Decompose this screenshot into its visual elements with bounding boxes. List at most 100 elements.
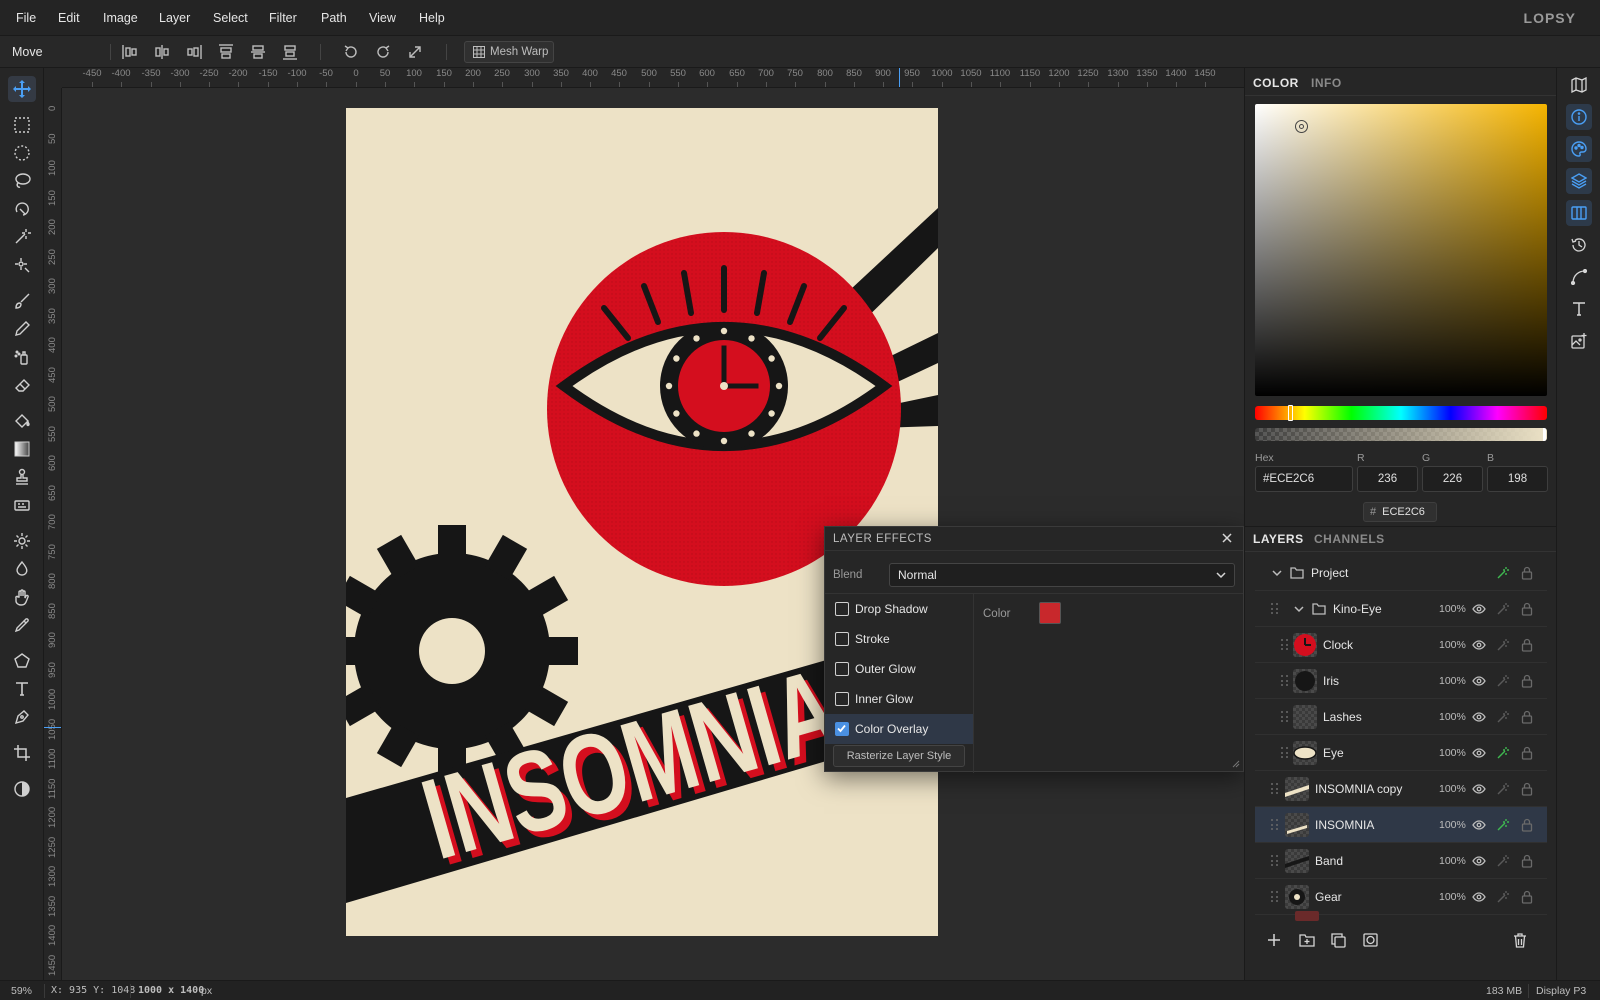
menu-path[interactable]: Path — [321, 11, 347, 25]
menu-filter[interactable]: Filter — [269, 11, 297, 25]
expand-icon[interactable] — [405, 42, 425, 62]
layer-row[interactable]: Lashes 100% — [1255, 699, 1547, 735]
drag-handle-icon[interactable] — [1281, 675, 1289, 687]
chevron-down-icon[interactable] — [1291, 601, 1307, 617]
lock-icon[interactable] — [1519, 709, 1535, 725]
rect-marquee-icon[interactable] — [8, 112, 36, 138]
lock-icon[interactable] — [1519, 673, 1535, 689]
pen-icon[interactable] — [8, 704, 36, 730]
menu-select[interactable]: Select — [213, 11, 248, 25]
layer-opacity[interactable]: 100% — [1439, 855, 1466, 867]
layer-name[interactable]: Lashes — [1323, 710, 1362, 724]
align-left-icon[interactable] — [120, 42, 140, 62]
layer-effects-icon[interactable] — [1495, 817, 1511, 833]
visibility-eye-icon[interactable] — [1471, 817, 1487, 833]
layer-row[interactable]: Band 100% — [1255, 843, 1547, 879]
layer-row[interactable]: Iris 100% — [1255, 663, 1547, 699]
layer-name[interactable]: Eye — [1323, 746, 1344, 760]
layer-name[interactable]: Project — [1311, 566, 1348, 580]
tab-info[interactable]: INFO — [1311, 76, 1342, 90]
layer-name[interactable]: Kino-Eye — [1333, 602, 1382, 616]
overlay-color-swatch[interactable] — [1039, 602, 1061, 624]
menu-file[interactable]: File — [16, 11, 36, 25]
layer-name[interactable]: Clock — [1323, 638, 1353, 652]
menu-edit[interactable]: Edit — [58, 11, 80, 25]
channels-columns-icon[interactable] — [1566, 200, 1592, 226]
history-icon[interactable] — [1566, 232, 1592, 258]
brush-icon[interactable] — [8, 288, 36, 314]
mask-icon[interactable] — [1363, 933, 1378, 947]
hex-chip[interactable]: # ECE2C6 — [1363, 502, 1437, 522]
layer-opacity[interactable]: 100% — [1439, 711, 1466, 723]
lock-icon[interactable] — [1519, 745, 1535, 761]
effect-row[interactable]: Stroke — [825, 624, 973, 654]
g-input[interactable]: 226 — [1422, 466, 1483, 492]
drag-handle-icon[interactable] — [1271, 603, 1279, 615]
path-curve-icon[interactable] — [1566, 264, 1592, 290]
layers-stack-icon[interactable] — [1566, 168, 1592, 194]
chevron-down-icon[interactable] — [1269, 565, 1285, 581]
lock-icon[interactable] — [1519, 889, 1535, 905]
pattern-stamp-icon[interactable] — [8, 492, 36, 518]
horizontal-ruler[interactable]: -450 -400 -350 -300 -250 -200 -150 -100 -50 0 50 10… — [62, 68, 1244, 88]
tab-channels[interactable]: CHANNELS — [1314, 532, 1385, 546]
visibility-eye-icon[interactable] — [1471, 637, 1487, 653]
image-add-icon[interactable] — [1566, 328, 1592, 354]
visibility-eye-icon[interactable] — [1471, 889, 1487, 905]
hand-icon[interactable] — [8, 584, 36, 610]
eyedropper-icon[interactable] — [8, 612, 36, 638]
clone-stamp-icon[interactable] — [8, 464, 36, 490]
hex-input[interactable]: #ECE2C6 — [1255, 466, 1353, 492]
visibility-eye-icon[interactable] — [1471, 745, 1487, 761]
align-top-icon[interactable] — [216, 42, 236, 62]
effect-row[interactable]: Outer Glow — [825, 654, 973, 684]
lock-icon[interactable] — [1519, 817, 1535, 833]
layer-row[interactable]: INSOMNIA 100% — [1255, 807, 1547, 843]
align-middle-v-icon[interactable] — [248, 42, 268, 62]
layer-name[interactable]: INSOMNIA copy — [1315, 782, 1402, 796]
text-tool-icon[interactable] — [8, 676, 36, 702]
alpha-slider[interactable] — [1255, 428, 1547, 441]
lock-icon[interactable] — [1519, 781, 1535, 797]
visibility-eye-icon[interactable] — [1471, 781, 1487, 797]
tab-layers[interactable]: LAYERS — [1253, 532, 1304, 546]
layer-effects-icon[interactable] — [1495, 637, 1511, 653]
layer-name[interactable]: INSOMNIA — [1315, 818, 1374, 832]
layer-effects-icon[interactable] — [1495, 601, 1511, 617]
magnetic-lasso-icon[interactable] — [8, 196, 36, 222]
layer-row[interactable]: Clock 100% — [1255, 627, 1547, 663]
r-input[interactable]: 236 — [1357, 466, 1418, 492]
layer-opacity[interactable]: 100% — [1439, 639, 1466, 651]
layer-row[interactable]: Eye 100% — [1255, 735, 1547, 771]
drag-handle-icon[interactable] — [1271, 855, 1279, 867]
align-right-icon[interactable] — [184, 42, 204, 62]
effect-checkbox[interactable] — [835, 632, 849, 646]
pencil-icon[interactable] — [8, 316, 36, 342]
rasterize-layer-style-button[interactable]: Rasterize Layer Style — [833, 745, 965, 767]
info-icon[interactable] — [1566, 104, 1592, 130]
visibility-eye-icon[interactable] — [1471, 673, 1487, 689]
menu-image[interactable]: Image — [103, 11, 138, 25]
effect-row[interactable]: Color Overlay — [825, 714, 973, 744]
alpha-handle[interactable] — [1543, 428, 1546, 441]
effect-checkbox[interactable] — [835, 692, 849, 706]
trash-icon[interactable] — [1513, 933, 1527, 948]
lock-icon[interactable] — [1519, 853, 1535, 869]
add-layer-icon[interactable] — [1267, 933, 1281, 947]
contrast-icon[interactable] — [8, 776, 36, 802]
move-tool-icon[interactable] — [8, 76, 36, 102]
effect-checkbox[interactable] — [835, 722, 849, 736]
drag-handle-icon[interactable] — [1281, 639, 1289, 651]
blend-mode-select[interactable]: Normal — [889, 563, 1235, 587]
effect-checkbox[interactable] — [835, 662, 849, 676]
magic-wand-icon[interactable] — [8, 224, 36, 250]
menu-layer[interactable]: Layer — [159, 11, 190, 25]
crop-icon[interactable] — [8, 740, 36, 766]
fill-bucket-icon[interactable] — [8, 408, 36, 434]
eraser-icon[interactable] — [8, 372, 36, 398]
layer-name[interactable]: Band — [1315, 854, 1343, 868]
visibility-eye-icon[interactable] — [1471, 709, 1487, 725]
layer-effects-icon[interactable] — [1495, 853, 1511, 869]
hue-handle[interactable] — [1288, 405, 1293, 421]
effect-row[interactable]: Inner Glow — [825, 684, 973, 714]
